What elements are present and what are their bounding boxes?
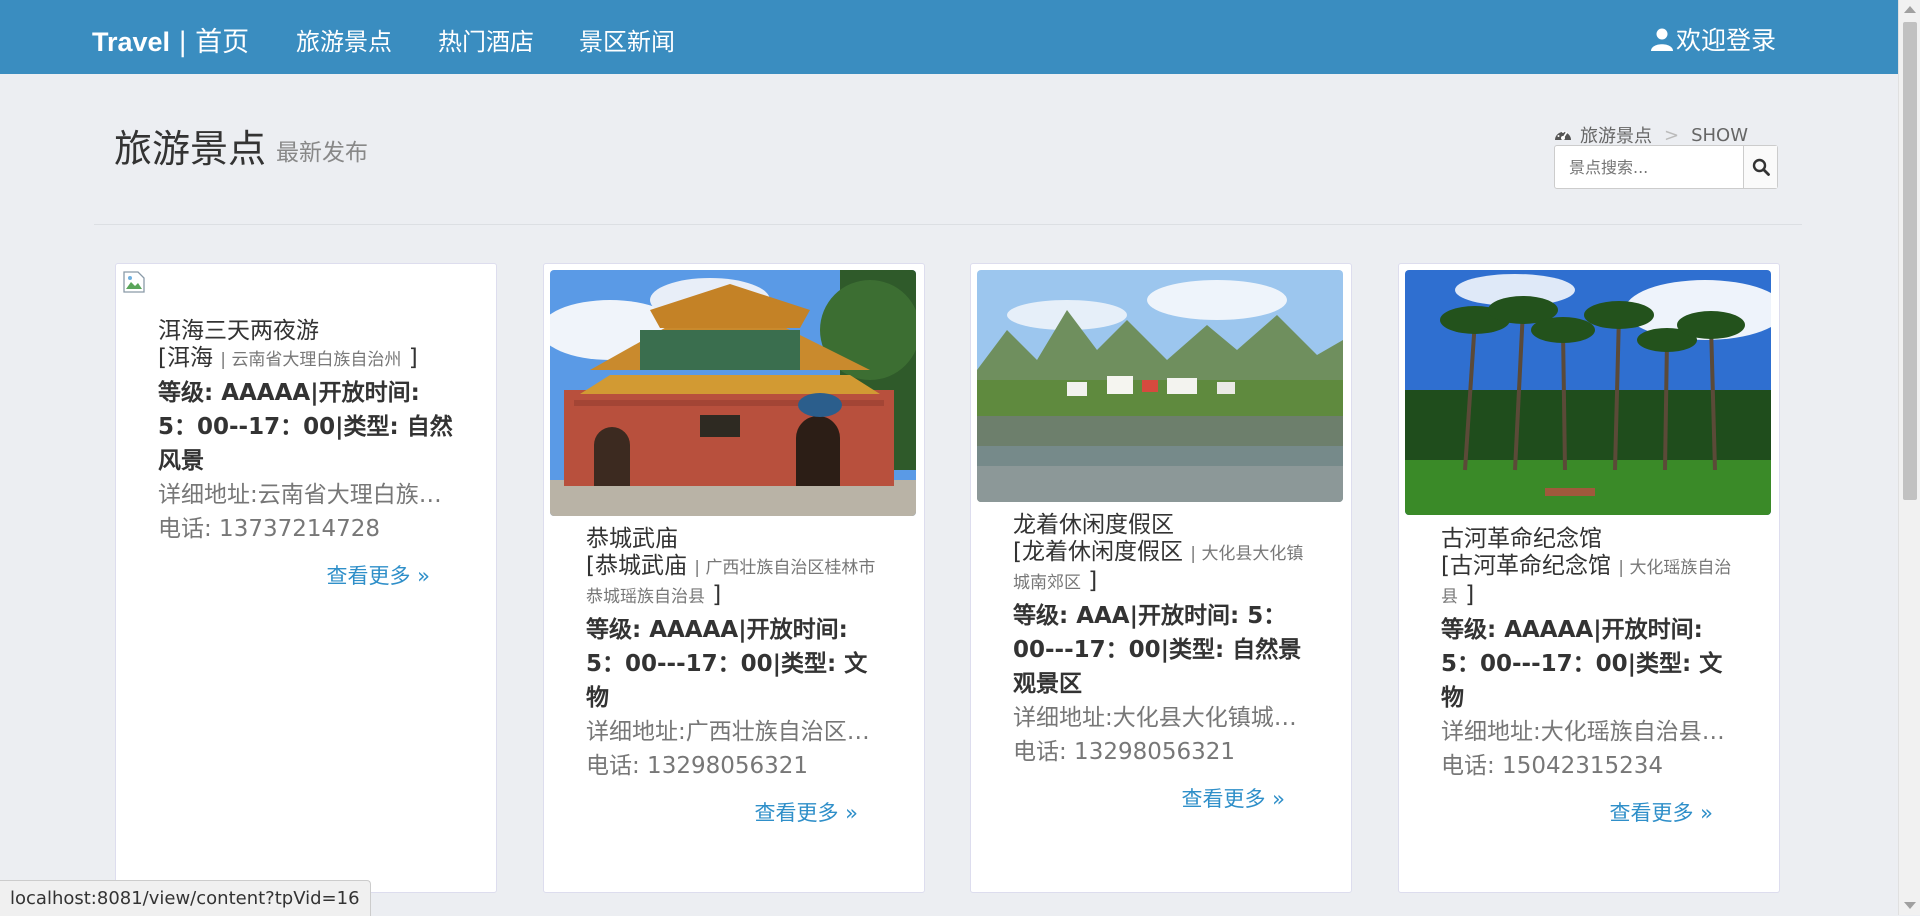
card-title: 龙着休闲度假区 <box>1013 512 1174 538</box>
card-address: 详细地址:云南省大理白族自治州 <box>158 482 458 508</box>
card-image[interactable] <box>977 270 1343 502</box>
card-address: 详细地址:大化县大化镇城南郊区 <box>1013 705 1313 731</box>
card-location-name: [恭城武庙 <box>586 553 687 579</box>
brand[interactable]: Travel | 首页 <box>92 20 249 59</box>
brand-separator: | <box>178 27 188 58</box>
card-info: 等级: AAAAA|开放时间: 5：00---17：00|类型: 文物 <box>586 617 868 711</box>
temple-photo <box>550 270 916 516</box>
card-info: 等级: AAA|开放时间: 5：00---17：00|类型: 自然景观景区 <box>1013 603 1302 697</box>
search-button[interactable] <box>1743 146 1777 188</box>
card-caption: 龙着休闲度假区 [龙着休闲度假区 | 大化县大化镇城南郊区 ] 等级: AAA|… <box>1013 512 1313 813</box>
card-title: 古河革命纪念馆 <box>1441 526 1602 552</box>
login-link[interactable]: 欢迎登录 <box>1650 21 1776 57</box>
top-navbar: Travel | 首页 旅游景点 热门酒店 景区新闻 欢迎登录 <box>0 0 1898 74</box>
attraction-card: 龙着休闲度假区 [龙着休闲度假区 | 大化县大化镇城南郊区 ] 等级: AAA|… <box>970 263 1352 893</box>
header-divider <box>94 224 1802 225</box>
card-address: 详细地址:广西壮族自治区桂林市 <box>586 719 886 745</box>
card-location: [龙着休闲度假区 | 大化县大化镇城南郊区 ] <box>1013 539 1304 594</box>
card-info: 等级: AAAAA|开放时间: 5：00--17：00|类型: 自然风景 <box>158 380 453 474</box>
card-phone: 电话: 13298056321 <box>1013 739 1236 765</box>
card-phone: 电话: 13298056321 <box>586 753 809 779</box>
card-location: [古河革命纪念馆 | 大化瑶族自治县 ] <box>1441 553 1732 608</box>
card-title: 洱海三天两夜游 <box>158 318 319 344</box>
broken-image-icon <box>123 271 145 293</box>
attraction-card: 古河革命纪念馆 [古河革命纪念馆 | 大化瑶族自治县 ] 等级: AAAAA|开… <box>1398 263 1780 893</box>
view-more-link[interactable]: 查看更多 » <box>1441 797 1741 827</box>
scroll-up-icon[interactable] <box>1904 6 1916 13</box>
breadcrumb-separator: > <box>1664 124 1680 146</box>
palm-park-photo <box>1405 270 1771 515</box>
search-input[interactable] <box>1555 146 1743 188</box>
scroll-thumb[interactable] <box>1903 22 1917 500</box>
page-title: 旅游景点 <box>114 127 267 171</box>
view-more-link[interactable]: 查看更多 » <box>158 560 458 590</box>
view-more-link[interactable]: 查看更多 » <box>586 797 886 827</box>
search-icon <box>1752 158 1770 176</box>
card-caption: 古河革命纪念馆 [古河革命纪念馆 | 大化瑶族自治县 ] 等级: AAAAA|开… <box>1441 526 1741 827</box>
card-image[interactable] <box>1405 270 1771 515</box>
card-location-name: [洱海 <box>158 345 213 371</box>
login-label[interactable]: 欢迎登录 <box>1676 21 1776 57</box>
card-location-name: [古河革命纪念馆 <box>1441 553 1611 579</box>
card-location: [恭城武庙 | 广西壮族自治区桂林市恭城瑶族自治县 ] <box>586 553 876 608</box>
dashboard-icon <box>1555 131 1571 140</box>
card-info: 等级: AAAAA|开放时间: 5：00---17：00|类型: 文物 <box>1441 617 1723 711</box>
lake-resort-photo <box>977 270 1343 502</box>
user-icon <box>1651 28 1673 51</box>
browser-status-url: localhost:8081/view/content?tpVid=16 <box>0 880 371 916</box>
card-location-region: 云南省大理白族自治州 <box>231 350 402 370</box>
card-title: 恭城武庙 <box>586 526 678 552</box>
card-caption: 洱海三天两夜游 [洱海 | 云南省大理白族自治州 ] 等级: AAAAA|开放时… <box>158 318 458 590</box>
view-more-link[interactable]: 查看更多 » <box>1013 783 1313 813</box>
page-subtitle: 最新发布 <box>276 140 368 166</box>
nav-home-link[interactable]: 首页 <box>195 27 249 58</box>
attraction-card: 洱海三天两夜游 [洱海 | 云南省大理白族自治州 ] 等级: AAAAA|开放时… <box>115 263 497 893</box>
card-location: [洱海 | 云南省大理白族自治州 ] <box>158 345 418 371</box>
nav-link-news[interactable]: 景区新闻 <box>579 22 675 57</box>
card-phone: 电话: 13737214728 <box>158 516 381 542</box>
card-location-name: [龙着休闲度假区 <box>1013 539 1183 565</box>
card-phone: 电话: 15042315234 <box>1441 753 1664 779</box>
nav-link-hotels[interactable]: 热门酒店 <box>438 22 534 57</box>
page-scrollbar[interactable] <box>1898 0 1920 915</box>
card-caption: 恭城武庙 [恭城武庙 | 广西壮族自治区桂林市恭城瑶族自治县 ] 等级: AAA… <box>586 526 886 827</box>
search-box <box>1554 145 1778 189</box>
card-image[interactable] <box>550 270 916 516</box>
card-address: 详细地址:大化瑶族自治县古河 <box>1441 719 1741 745</box>
nav-link-attractions[interactable]: 旅游景点 <box>296 22 392 57</box>
breadcrumb-show: SHOW <box>1691 124 1749 146</box>
brand-logo-text[interactable]: Travel <box>92 27 170 57</box>
attraction-card: 恭城武庙 [恭城武庙 | 广西壮族自治区桂林市恭城瑶族自治县 ] 等级: AAA… <box>543 263 925 893</box>
scroll-down-icon[interactable] <box>1904 902 1916 909</box>
